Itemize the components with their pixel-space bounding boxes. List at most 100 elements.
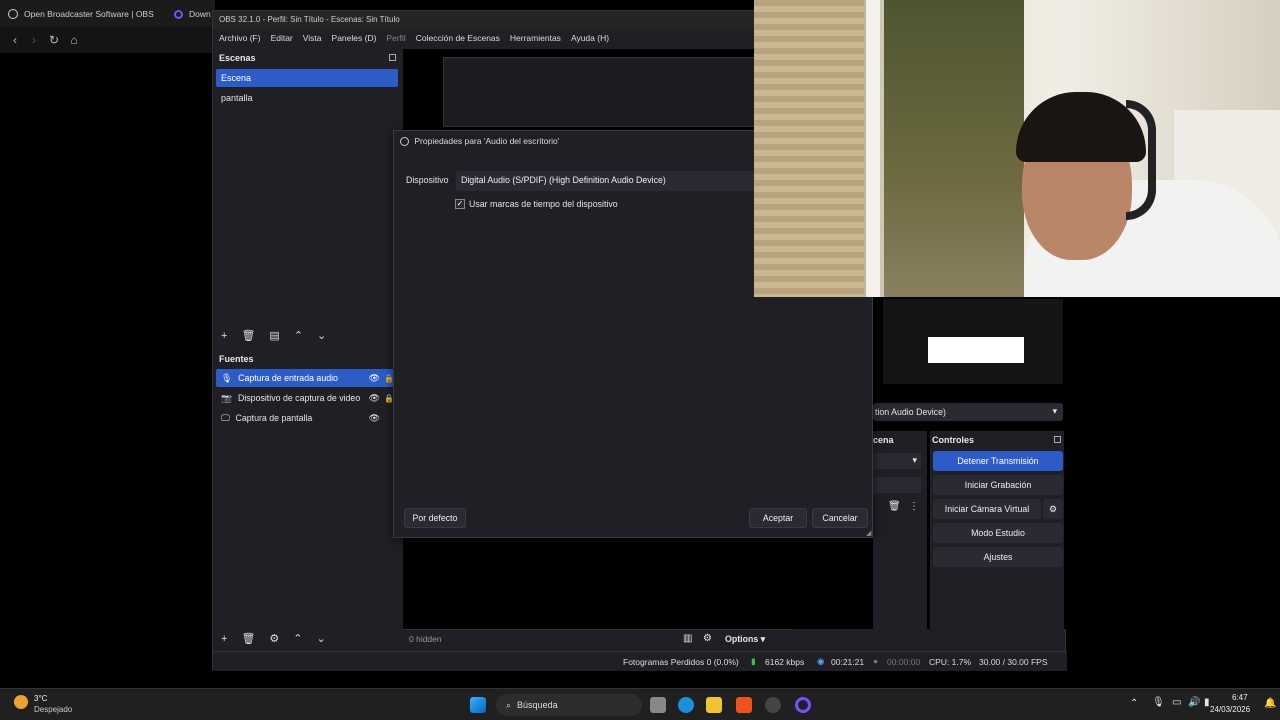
file-explorer-icon[interactable]	[706, 697, 722, 713]
dropped-frames: Fotogramas Perdidos 0 (0.0%)	[623, 657, 739, 667]
resize-grip-icon[interactable]: ◢	[866, 529, 871, 537]
tab-favicon-icon	[174, 9, 183, 19]
signal-icon: ▮	[751, 656, 756, 666]
sources-dock: Fuentes 🎙 Captura de entrada audio 👁 🔒 📷…	[213, 351, 399, 645]
more-icon[interactable]: ⋮	[909, 501, 919, 512]
back-icon[interactable]: ‹	[8, 33, 22, 47]
down-arrow-icon[interactable]: ⌄	[317, 329, 326, 342]
status-bar: Fotogramas Perdidos 0 (0.0%) ▮ 6162 kbps…	[213, 651, 1067, 671]
menu-coleccion-escenas[interactable]: Colección de Escenas	[416, 33, 500, 45]
menu-perfil[interactable]: Perfil	[386, 33, 405, 45]
reload-icon[interactable]: ↻	[47, 33, 61, 47]
chevron-up-icon[interactable]: ⌃	[1130, 698, 1138, 709]
duration-spinner[interactable]	[873, 477, 921, 493]
source-item-audio[interactable]: 🎙 Captura de entrada audio 👁 🔒	[216, 369, 394, 387]
start-virtual-camera-button[interactable]: Iniciar Cámara Virtual	[933, 499, 1041, 519]
down-arrow-icon[interactable]: ⌄	[317, 632, 326, 645]
bitrate: 6162 kbps	[765, 657, 805, 667]
weather-icon[interactable]	[14, 695, 28, 709]
taskbar: 3°C Despejado ⌕ Búsqueda ⌃ 🎙 ▭ 🔊 ▮ 6:47 …	[0, 688, 1280, 720]
menu-ayuda[interactable]: Ayuda (H)	[571, 33, 609, 45]
taskbar-search[interactable]: ⌕ Búsqueda	[496, 694, 642, 716]
trash-icon[interactable]: 🗑	[241, 329, 255, 342]
browser-tab-label: Down	[189, 9, 211, 19]
weather-temp: 3°C	[34, 694, 48, 703]
cancel-button[interactable]: Cancelar	[812, 508, 868, 528]
record-icon: ●	[873, 656, 879, 666]
cpu-usage: CPU: 1.7%	[929, 657, 972, 667]
transitions-partial-title: cena	[873, 435, 894, 445]
add-icon[interactable]: +	[221, 633, 227, 645]
clock-time[interactable]: 6:47	[1232, 693, 1248, 702]
microphone-icon[interactable]: 🎙	[1152, 697, 1165, 708]
accept-button[interactable]: Aceptar	[749, 508, 807, 528]
source-item-screen[interactable]: 🖵 Captura de pantalla 👁	[216, 409, 394, 427]
eye-icon[interactable]: 👁	[369, 413, 380, 424]
battery-icon[interactable]: ▮	[1204, 697, 1210, 708]
layout-icon[interactable]: ▥	[683, 633, 692, 644]
default-button[interactable]: Por defecto	[404, 508, 466, 528]
browser-tab-download[interactable]: Down	[174, 6, 214, 22]
settings-button[interactable]: Ajustes	[933, 547, 1063, 567]
dock-float-icon[interactable]	[1054, 436, 1061, 443]
preview-thumbnail	[883, 299, 1063, 384]
window-outside	[884, 0, 1024, 297]
chevron-down-icon: ▾	[1052, 406, 1057, 416]
dock-float-icon[interactable]	[389, 54, 396, 61]
menu-vista[interactable]: Vista	[303, 33, 322, 45]
windows-start-icon[interactable]	[470, 697, 486, 713]
source-label: Captura de entrada audio	[238, 373, 338, 383]
eye-icon[interactable]: 👁	[369, 393, 380, 404]
controls-title: Controles	[932, 435, 975, 445]
scene-item-escena[interactable]: Escena	[216, 69, 398, 87]
clock-date[interactable]: 24/03/2026	[1210, 705, 1250, 714]
edge-icon[interactable]	[678, 697, 694, 713]
monitor-icon: 🖵	[221, 412, 230, 423]
gear-icon[interactable]: ⚙	[703, 633, 712, 644]
dialog-title: Propiedades para 'Audio del escritorio'	[414, 136, 560, 146]
window-title: OBS 32.1.0 - Perfil: Sin Título - Escena…	[219, 15, 400, 24]
camera-icon: 📷	[221, 392, 232, 403]
studio-mode-button[interactable]: Modo Estudio	[933, 523, 1063, 543]
app-circle-icon[interactable]	[795, 697, 811, 713]
up-arrow-icon[interactable]: ⌃	[294, 329, 303, 342]
start-recording-button[interactable]: Iniciar Grabación	[933, 475, 1063, 495]
source-item-video[interactable]: 📷 Dispositivo de captura de video 👁 🔒	[216, 389, 394, 407]
transition-select[interactable]: ▾	[873, 453, 921, 469]
up-arrow-icon[interactable]: ⌃	[293, 632, 302, 645]
menu-archivo[interactable]: Archivo (F)	[219, 33, 261, 45]
scene-item-pantalla[interactable]: pantalla	[216, 89, 398, 107]
filter-icon[interactable]: ▤	[269, 329, 279, 342]
hidden-count: 0 hidden	[409, 634, 442, 644]
trash-icon[interactable]: 🗑	[888, 501, 901, 512]
device-select[interactable]: Digital Audio (S/PDIF) (High Definition …	[456, 171, 756, 191]
options-menu[interactable]: Options ▾	[725, 634, 765, 645]
fps-readout: 30.00 / 30.00 FPS	[979, 657, 1048, 667]
task-view-icon[interactable]	[650, 697, 666, 713]
forward-icon[interactable]: ›	[27, 33, 41, 47]
eye-icon[interactable]: 👁	[369, 373, 380, 384]
obs-taskbar-icon[interactable]	[765, 697, 781, 713]
device-timestamps-checkbox[interactable]: ✓	[455, 199, 465, 209]
menu-herramientas[interactable]: Herramientas	[510, 33, 561, 45]
checkbox-label: Usar marcas de tiempo del dispositivo	[469, 199, 618, 209]
source-label: Dispositivo de captura de video	[237, 393, 361, 403]
gear-icon[interactable]: ⚙	[269, 632, 279, 645]
brave-icon[interactable]	[736, 697, 752, 713]
home-icon[interactable]: ⌂	[67, 33, 81, 47]
stream-icon: ◉	[817, 656, 825, 666]
virtual-camera-gear-icon[interactable]: ⚙	[1043, 499, 1063, 519]
menu-editar[interactable]: Editar	[271, 33, 293, 45]
browser-tab-obs[interactable]: Open Broadcaster Software | OBS	[8, 6, 168, 22]
trash-icon[interactable]: 🗑	[241, 632, 255, 645]
desktop-background	[1066, 297, 1280, 628]
add-icon[interactable]: +	[221, 330, 227, 342]
network-icon[interactable]: ▭	[1172, 697, 1181, 708]
volume-icon[interactable]: 🔊	[1188, 697, 1200, 708]
sources-toolbar: + 🗑 ⚙ ⌃ ⌄	[221, 632, 326, 646]
stop-streaming-button[interactable]: Detener Transmisión	[933, 451, 1063, 471]
device-dropdown-behind[interactable]: tion Audio Device) ▾	[873, 403, 1063, 421]
menu-paneles[interactable]: Paneles (D)	[332, 33, 377, 45]
notification-bell-icon[interactable]: 🔔	[1264, 698, 1276, 709]
scenes-toolbar: + 🗑 ▤ ⌃ ⌄	[221, 329, 326, 343]
